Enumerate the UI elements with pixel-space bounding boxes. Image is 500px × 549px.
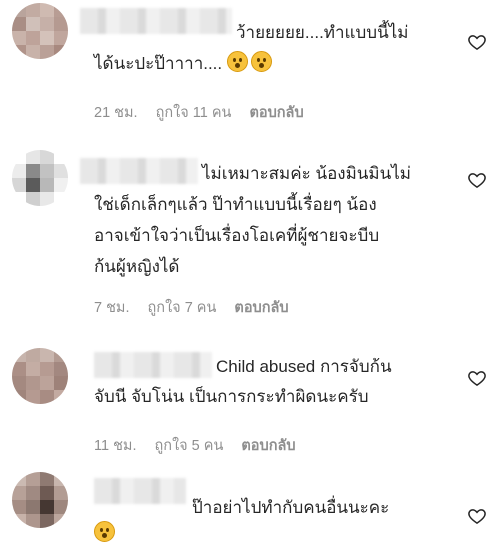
reply-button[interactable]: ตอบกลับ [249,101,303,124]
comment-text-line: ว้ายยยยย....ทำแบบนี้ไม่ [236,23,409,42]
username-blurred[interactable] [94,478,186,504]
avatar[interactable] [12,150,68,206]
heart-outline-icon[interactable] [467,32,487,52]
reply-button[interactable]: ตอบกลับ [241,434,295,457]
comment-text-line: ป๊าอย่าไปทำกับคนอื่นนะคะ [192,498,390,517]
comment-time[interactable]: 7 ชม. [94,296,130,319]
comment-text-line: ใช่เด็กเล็กๆแล้ว ป๊าทำแบบนี้เรื่อยๆ น้อง [94,195,377,214]
comment-meta: 7 ชม. ถูกใจ 7 คน ตอบกลับ [94,296,289,319]
username-blurred[interactable] [80,8,232,34]
avatar[interactable] [12,472,68,528]
comment-text: จับนี จับโน่น เป็นการกระทำผิดนะครับ [94,381,464,412]
comment-text: ป๊าอย่าไปทำกับคนอื่นนะคะ [192,492,462,523]
comment-text-line: ได้นะปะป๊าาาา.... [94,54,223,73]
comment-likes[interactable]: ถูกใจ 11 คน [156,101,232,124]
reply-button[interactable]: ตอบกลับ [234,296,288,319]
hushed-face-emoji [226,51,248,72]
comment-text-line: Child abused การจับก้น [216,357,392,376]
comment-meta: 21 ชม. ถูกใจ 11 คน ตอบกลับ [94,101,304,124]
heart-outline-icon[interactable] [467,506,487,526]
comment-text: ไม่เหมาะสมค่ะ น้องมินมินไม่ ใช่เด็กเล็กๆ… [94,158,464,282]
comment-text: ว้ายยยยย....ทำแบบนี้ไม่ [236,17,466,48]
crying-face-emoji [94,521,115,542]
comment-text-line: ไม่เหมาะสมค่ะ น้องมินมินไม่ [202,164,412,183]
heart-outline-icon[interactable] [467,368,487,388]
comment-text [94,518,134,549]
heart-outline-icon[interactable] [467,170,487,190]
hushed-face-emoji [250,51,272,72]
comment-text-line: อาจเข้าใจว่าเป็นเรื่องโอเคที่ผู้ชายจะบีบ [94,226,380,245]
comment-text: Child abused การจับก้น [216,351,476,382]
avatar[interactable] [12,348,68,404]
username-blurred[interactable] [94,352,212,378]
comment-time[interactable]: 11 ชม. [94,434,137,457]
avatar[interactable] [12,3,68,59]
comment-likes[interactable]: ถูกใจ 7 คน [148,296,217,319]
comment-text-line: ก้นผู้หญิงได้ [94,257,180,276]
comment-text: ได้นะปะป๊าาาา.... [94,48,454,79]
comment-text-line: จับนี จับโน่น เป็นการกระทำผิดนะครับ [94,387,369,406]
comment-likes[interactable]: ถูกใจ 5 คน [155,434,224,457]
comment-meta: 11 ชม. ถูกใจ 5 คน ตอบกลับ [94,434,296,457]
comment-time[interactable]: 21 ชม. [94,101,138,124]
